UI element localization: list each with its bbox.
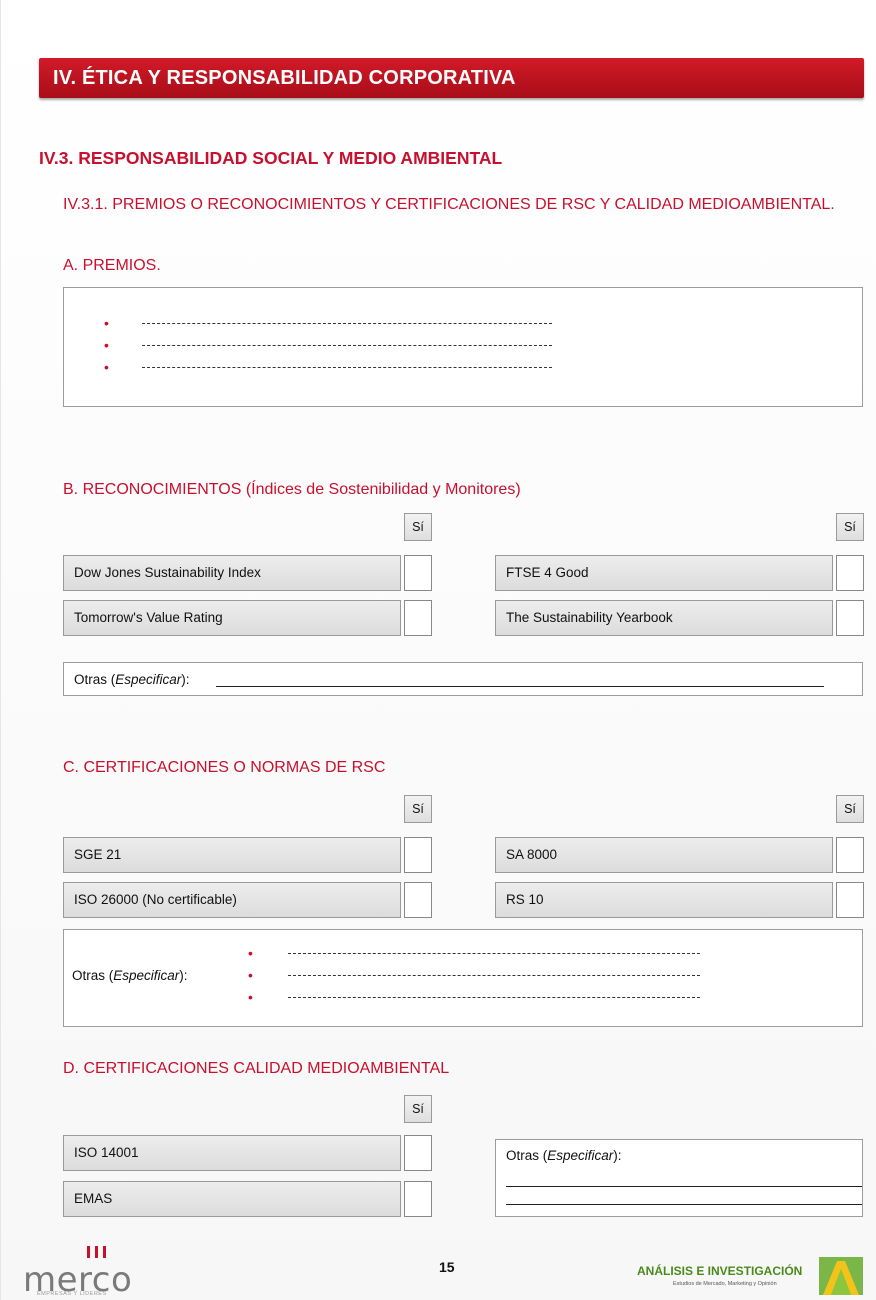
subsection-title: IV.3.1. PREMIOS O RECONOCIMIENTOS Y CERT… <box>63 196 835 213</box>
label-emas: EMAS <box>63 1181 401 1217</box>
label-tomorrows-value: Tomorrow's Value Rating <box>63 600 401 636</box>
otras-entry-line-3[interactable] <box>288 997 700 999</box>
bullet-icon: • <box>104 359 109 375</box>
si-header-left: Sí <box>404 513 432 541</box>
otras-input-line-2[interactable] <box>506 1204 862 1205</box>
label-sa8000: SA 8000 <box>495 837 833 873</box>
otras-entry-line-2[interactable] <box>288 975 700 977</box>
checkbox-dow-jones[interactable] <box>404 555 432 591</box>
premios-heading: A. PREMIOS. <box>63 257 161 274</box>
checkbox-sa8000[interactable] <box>836 837 864 873</box>
otras-input-line[interactable] <box>216 686 824 687</box>
label-ftse4good: FTSE 4 Good <box>495 555 833 591</box>
certificaciones-rsc-heading: C. CERTIFICACIONES O NORMAS DE RSC <box>63 759 386 776</box>
merco-tagline: EMPRESAS Y LÍDERES <box>37 1291 107 1297</box>
si-header-right: Sí <box>836 513 864 541</box>
checkbox-iso26000[interactable] <box>404 882 432 918</box>
label-iso26000: ISO 26000 (No certificable) <box>63 882 401 918</box>
section-title: IV.3. RESPONSABILIDAD SOCIAL Y MEDIO AMB… <box>39 148 503 168</box>
premios-entry-line-1[interactable] <box>142 323 552 325</box>
label-dow-jones: Dow Jones Sustainability Index <box>63 555 401 591</box>
otras-label: Otras (Especificar): <box>74 672 190 687</box>
bullet-icon: • <box>248 945 253 961</box>
calidad-otras-box: Otras (Especificar): <box>495 1139 863 1217</box>
bullet-icon: • <box>248 989 253 1005</box>
otras-label: Otras (Especificar): <box>72 968 188 983</box>
checkbox-sge21[interactable] <box>404 837 432 873</box>
premios-entry-line-2[interactable] <box>142 345 552 347</box>
form-page: IV. ÉTICA Y RESPONSABILIDAD CORPORATIVA … <box>0 0 876 1300</box>
ai-brand-name: ANÁLISIS E INVESTIGACIÓN <box>637 1264 803 1278</box>
otras-label: Otras (Especificar): <box>506 1148 622 1163</box>
checkbox-iso14001[interactable] <box>404 1135 432 1171</box>
label-iso14001: ISO 14001 <box>63 1135 401 1171</box>
ai-tagline: Estudios de Mercado, Marketing y Opinión <box>673 1281 777 1287</box>
otras-entry-line-1[interactable] <box>288 953 700 955</box>
reconocimientos-heading: B. RECONOCIMIENTOS (Índices de Sostenibi… <box>63 481 521 498</box>
bullet-icon: • <box>248 967 253 983</box>
premios-entry-line-3[interactable] <box>142 367 552 369</box>
reconocimientos-otras-box: Otras (Especificar): <box>63 662 863 696</box>
si-header-left: Sí <box>404 795 432 823</box>
bullet-icon: • <box>104 315 109 331</box>
si-header-right: Sí <box>836 795 864 823</box>
checkbox-emas[interactable] <box>404 1181 432 1217</box>
label-rs10: RS 10 <box>495 882 833 918</box>
checkbox-sustainability-yearbook[interactable] <box>836 600 864 636</box>
otras-input-line-1[interactable] <box>506 1186 862 1187</box>
page-number: 15 <box>439 1259 455 1275</box>
bullet-icon: • <box>104 337 109 353</box>
section-banner: IV. ÉTICA Y RESPONSABILIDAD CORPORATIVA <box>39 58 864 98</box>
label-sustainability-yearbook: The Sustainability Yearbook <box>495 600 833 636</box>
si-header: Sí <box>404 1095 432 1123</box>
checkbox-rs10[interactable] <box>836 882 864 918</box>
checkbox-tomorrows-value[interactable] <box>404 600 432 636</box>
label-sge21: SGE 21 <box>63 837 401 873</box>
premios-box: • • • <box>63 287 863 407</box>
checkbox-ftse4good[interactable] <box>836 555 864 591</box>
calidad-heading: D. CERTIFICACIONES CALIDAD MEDIOAMBIENTA… <box>63 1060 450 1077</box>
certificaciones-otras-box: Otras (Especificar): • • • <box>63 929 863 1027</box>
ai-logo-icon <box>819 1257 863 1295</box>
